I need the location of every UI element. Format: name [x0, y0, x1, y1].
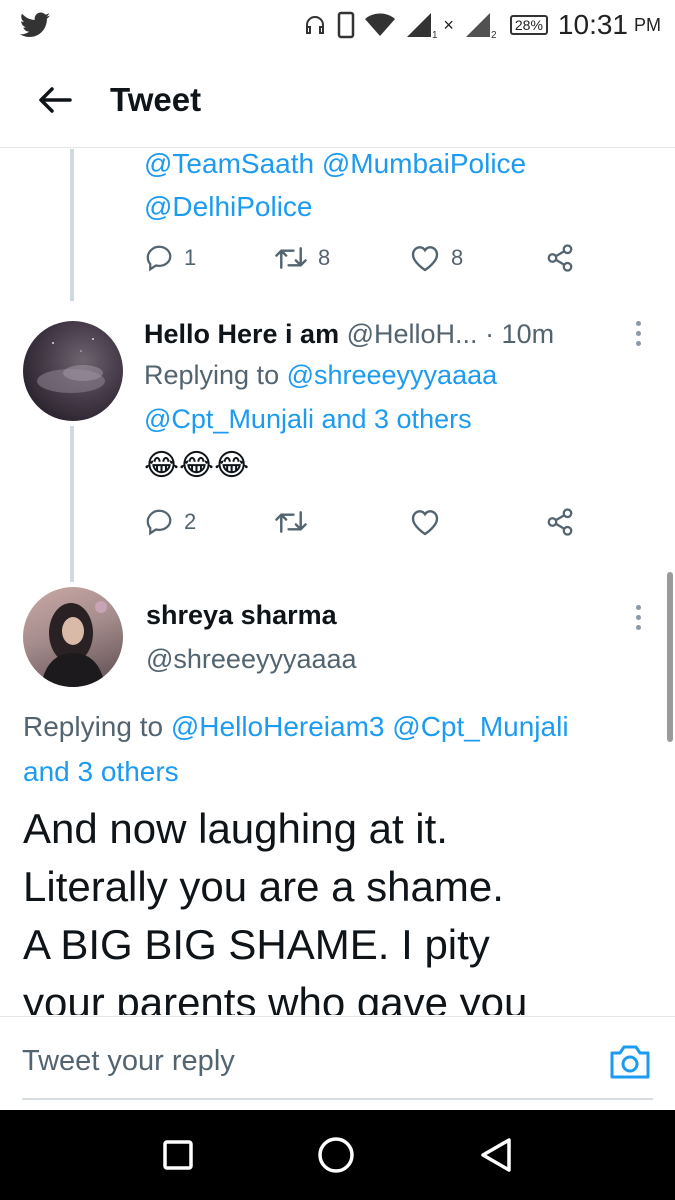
- thread-line: [70, 149, 74, 301]
- replying-mentions[interactable]: @HelloHereiam3 @Cpt_Munjali: [171, 711, 569, 742]
- more-button[interactable]: [636, 605, 641, 630]
- handle[interactable]: @shreeeyyyaaaa: [146, 637, 357, 681]
- sim2-label: 2: [491, 30, 497, 39]
- tweet-reply[interactable]: Hello Here i am @HelloH... · 10m Replyin…: [144, 315, 624, 491]
- replying-to-label: Replying to: [23, 711, 171, 742]
- avatar[interactable]: [23, 587, 123, 687]
- like-button[interactable]: [409, 507, 544, 537]
- reply-button[interactable]: 2: [144, 507, 274, 537]
- no-signal-x: ×: [443, 14, 454, 35]
- tweet-text-line: your parents who gave you: [23, 979, 528, 1015]
- display-name[interactable]: Hello Here i am: [144, 319, 339, 349]
- retweet-button[interactable]: [274, 508, 409, 536]
- divider: [22, 1098, 653, 1100]
- sim1-label: 1: [432, 30, 438, 39]
- share-button[interactable]: [544, 507, 576, 537]
- reply-input[interactable]: Tweet your reply: [22, 1045, 235, 1078]
- tweet-previous[interactable]: @TeamSaath @MumbaiPolice @DelhiPolice: [144, 149, 644, 228]
- clock-ampm: PM: [634, 14, 661, 35]
- timestamp: · 10m: [485, 319, 555, 349]
- headset-icon: [306, 16, 325, 34]
- like-icon: [411, 510, 439, 536]
- like-button[interactable]: 8: [409, 243, 544, 273]
- signal-sim2-icon: 2: [465, 13, 497, 39]
- replying-mentions[interactable]: @Cpt_Munjali and 3 others: [144, 397, 624, 441]
- signal-sim1-icon: 1: [407, 13, 438, 39]
- retweet-button[interactable]: 8: [274, 244, 409, 272]
- home-icon[interactable]: [317, 1136, 355, 1174]
- share-icon: [547, 244, 573, 272]
- reply-button[interactable]: 1: [144, 243, 274, 273]
- phone-icon: [338, 11, 355, 39]
- tweet-text-line: And now laughing at it.: [23, 805, 448, 852]
- replying-to-label: Replying to: [144, 360, 287, 390]
- page-title: Tweet: [110, 80, 202, 118]
- avatar-image: [37, 338, 105, 393]
- tweet-actions: 2: [144, 507, 584, 537]
- mentions-line[interactable]: @TeamSaath @MumbaiPolice: [144, 149, 644, 185]
- like-icon: [411, 246, 439, 272]
- reply-count: 2: [184, 509, 197, 534]
- twitter-bird-icon: [20, 12, 50, 37]
- tweet-text: 😂😂😂: [144, 449, 250, 482]
- system-nav-bar: [0, 1110, 675, 1200]
- back-arrow-icon: [39, 86, 72, 113]
- recent-apps-icon[interactable]: [162, 1139, 194, 1171]
- thread-line: [70, 426, 74, 582]
- status-bar: 1 × 2 28% 10:31 PM: [0, 0, 675, 50]
- battery-indicator: 28%: [509, 15, 548, 35]
- tweet-main-author[interactable]: shreya sharma @shreeeyyyaaaa: [146, 593, 357, 681]
- display-name[interactable]: shreya sharma: [146, 593, 357, 637]
- retweet-icon: [275, 511, 307, 533]
- mentions-line[interactable]: @DelhiPolice: [144, 185, 644, 228]
- tweet-thread[interactable]: @TeamSaath @MumbaiPolice @DelhiPolice 1 …: [0, 149, 675, 1015]
- top-app-bar: Tweet: [0, 52, 675, 148]
- retweet-icon: [275, 247, 307, 269]
- wifi-icon: [365, 13, 396, 36]
- reply-icon: [146, 245, 172, 272]
- tweet-actions: 1 8 8: [144, 243, 584, 273]
- reply-composer: Tweet your reply: [0, 1016, 675, 1110]
- clock: 10:31: [557, 9, 628, 40]
- scrollbar[interactable]: [667, 572, 673, 742]
- tweet-text-line: Literally you are a shame.: [23, 863, 504, 910]
- reply-count: 1: [184, 245, 197, 270]
- like-count: 8: [451, 245, 464, 270]
- camera-button[interactable]: [609, 1043, 651, 1086]
- tweet-text-line: A BIG BIG SHAME. I pity: [23, 921, 490, 968]
- replying-others[interactable]: and 3 others: [23, 749, 653, 794]
- tweet-text: And now laughing at it. Literally you ar…: [23, 800, 653, 1015]
- avatar[interactable]: [23, 321, 123, 421]
- back-button[interactable]: [0, 52, 110, 147]
- camera-icon: [610, 1045, 650, 1079]
- replying-mention[interactable]: @shreeeyyyaaaa: [287, 360, 498, 390]
- more-button[interactable]: [636, 321, 641, 346]
- retweet-count: 8: [318, 245, 331, 270]
- share-icon: [547, 508, 573, 536]
- back-icon[interactable]: [479, 1137, 513, 1173]
- reply-icon: [146, 509, 172, 536]
- avatar-image: [41, 601, 107, 687]
- share-button[interactable]: [544, 243, 576, 273]
- tweet-main[interactable]: Replying to @HelloHereiam3 @Cpt_Munjali …: [23, 704, 653, 1015]
- handle[interactable]: @HelloH...: [347, 319, 478, 349]
